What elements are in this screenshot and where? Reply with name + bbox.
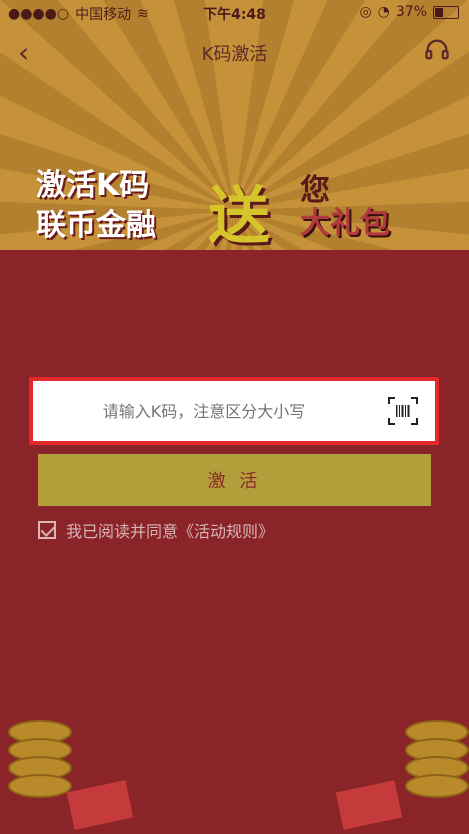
k-code-input[interactable] [33,381,375,441]
banner-headline: 激活K码 联币金融 送 您 大礼包 [18,140,458,260]
status-bar: ●●●●○ 中国移动 ≋ 下午4:48 ◎ ◔ 37% [0,0,469,26]
coin-stack-right [335,704,469,834]
headline-line2: 联币金融 [36,208,156,243]
coin-icon [405,774,469,798]
activate-button[interactable]: 激 活 [38,454,431,506]
alarm-icon: ◔ [377,4,390,20]
agreement-row: 我已阅读并同意《活动规则》 [38,518,274,542]
headline-line1: 激活K码 [36,168,150,203]
page-title: K码激活 [201,44,268,65]
agreement-text[interactable]: 我已阅读并同意《活动规则》 [66,518,274,542]
coin-stack-left [0,704,134,834]
headline-line4: 大礼包 [300,206,390,241]
status-right: ◎ ◔ 37% [359,4,459,20]
agreement-checkbox[interactable] [38,521,56,539]
red-envelope-icon [335,780,403,830]
barcode-scan-icon[interactable] [387,395,419,427]
k-code-input-container [29,377,439,445]
coin-icon [8,774,72,798]
red-envelope-icon [66,780,134,830]
banner-ribbon [0,250,469,360]
headline-big-text: 送 [208,179,271,252]
battery-icon [433,5,459,19]
battery-percent: 37% [395,4,427,20]
lock-rotation-icon: ◎ [359,4,372,20]
navigation-bar: ‹ K码激活 [0,26,469,78]
headset-icon[interactable] [423,36,451,64]
